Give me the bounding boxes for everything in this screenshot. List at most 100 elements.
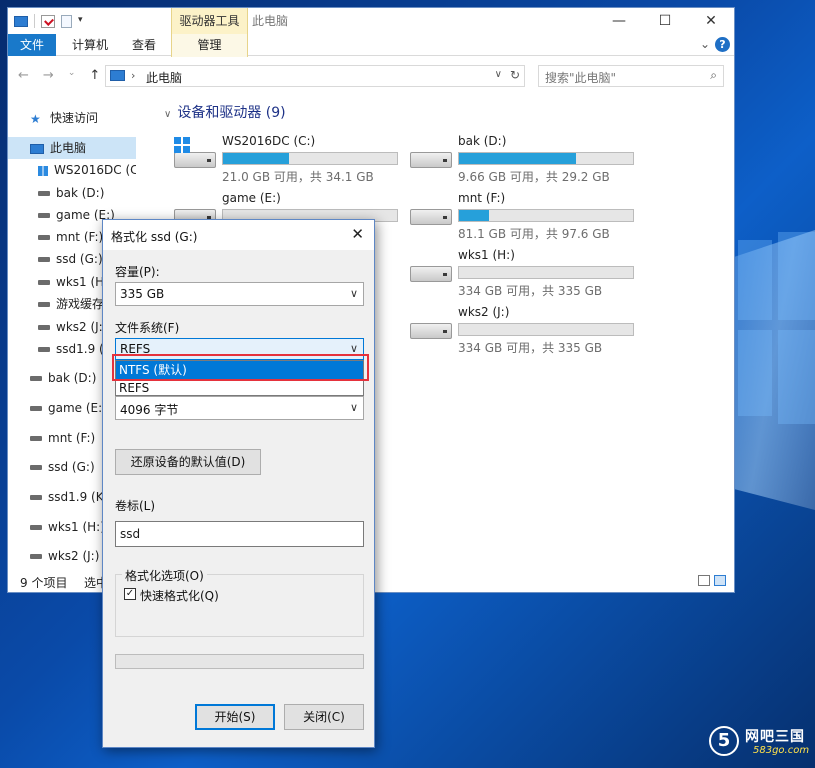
navigation-buttons: ← → ⌄ ↑ (18, 68, 100, 83)
quick-format-label[interactable]: 快速格式化(Q) (140, 587, 219, 604)
chevron-down-icon: ∨ (349, 287, 358, 300)
tiles-view-icon[interactable] (714, 575, 726, 586)
drive-icon (30, 436, 42, 441)
drive-name: game (E:) (222, 191, 281, 205)
drive-icon (30, 554, 42, 559)
dialog-title-bar: 格式化 ssd (G:) ✕ (103, 220, 374, 250)
drive-icon (30, 465, 42, 470)
sidebar-item-drive[interactable]: WS2016DC (C:) (8, 159, 136, 181)
toolbar-separator (34, 14, 35, 28)
maximize-button[interactable]: ☐ (642, 8, 688, 34)
format-progress-bar (115, 654, 364, 669)
address-bar[interactable]: › 此电脑 ∨ ↻ (105, 65, 525, 87)
windows-drive-icon (38, 165, 48, 176)
minimize-button[interactable]: — (596, 8, 642, 34)
desktop-window-logo-pane (738, 330, 772, 416)
tab-manage[interactable]: 管理 (171, 34, 248, 57)
computer-icon (30, 143, 44, 154)
chevron-down-icon[interactable]: ⌄ (700, 37, 710, 51)
sidebar-item-this-pc[interactable]: 此电脑 (8, 137, 136, 159)
window-title: 此电脑 (252, 14, 289, 28)
drive-usage-bar (222, 152, 398, 165)
drive-name: wks2 (J:) (458, 305, 510, 319)
group-title: 设备和驱动器 (9) (177, 105, 286, 121)
group-header[interactable]: ∨ 设备和驱动器 (9) (164, 102, 286, 122)
drive-icon (38, 213, 50, 218)
drive-icon (30, 525, 42, 530)
start-button[interactable]: 开始(S) (195, 704, 275, 730)
filesystem-option-refs[interactable]: REFS (116, 379, 363, 397)
sidebar-item-label: mnt (F:) (56, 230, 104, 244)
drive-icon (38, 191, 50, 196)
filesystem-label: 文件系统(F) (115, 321, 180, 335)
volume-label-input[interactable]: ssd (115, 521, 364, 547)
customize-toolbar-icon[interactable]: ▾ (78, 15, 86, 28)
back-arrow-icon[interactable]: ← (18, 68, 29, 83)
recent-chevron-icon[interactable]: ⌄ (68, 68, 76, 83)
sidebar-item-label: ssd (G:) (56, 252, 103, 266)
refresh-icon[interactable]: ↻ (510, 68, 520, 82)
search-placeholder: 搜索"此电脑" (545, 71, 617, 85)
drive-icon (410, 266, 452, 282)
sidebar-item-label: wks1 (H: (56, 275, 109, 289)
desktop-window-logo-pane (778, 232, 815, 320)
allocation-unit-select[interactable]: 4096 字节 ∨ (115, 396, 364, 420)
drive-usage-fill (223, 153, 290, 164)
new-folder-icon[interactable] (61, 14, 72, 28)
sidebar-item-label: game (E:) (48, 401, 107, 415)
capacity-select[interactable]: 335 GB ∨ (115, 282, 364, 306)
highlight-annotation-box (112, 354, 369, 381)
tab-file[interactable]: 文件 (8, 34, 56, 56)
restore-defaults-button[interactable]: 还原设备的默认值(D) (115, 449, 261, 475)
desktop-window-logo-pane (778, 330, 815, 424)
drive-icon (38, 347, 50, 352)
drive-tile[interactable]: bak (D:) 9.66 GB 可用，共 29.2 GB (394, 134, 634, 184)
search-icon[interactable]: ⌕ (710, 68, 717, 83)
collapse-chevron-icon[interactable]: ∨ (164, 109, 171, 120)
watermark-url: 583go.com (753, 745, 810, 756)
quick-access-toolbar: ▾ (14, 14, 86, 28)
address-dropdown-icon[interactable]: ∨ (495, 69, 502, 80)
breadcrumb-separator-icon[interactable]: › (131, 69, 135, 82)
sidebar-item-quick-access[interactable]: ★ 快速访问 (8, 107, 136, 129)
sidebar-item-label: 游戏缓存 (56, 297, 105, 311)
up-arrow-icon[interactable]: ↑ (89, 68, 100, 83)
drive-usage-bar (458, 266, 634, 279)
drive-usage-bar (458, 323, 634, 336)
sidebar-item-label: 此电脑 (50, 141, 87, 155)
computer-icon[interactable] (14, 15, 28, 27)
drive-info: 9.66 GB 可用，共 29.2 GB (458, 170, 610, 184)
volume-label-value: ssd (120, 527, 141, 541)
search-input[interactable]: 搜索"此电脑" ⌕ (538, 65, 724, 87)
close-icon[interactable]: ✕ (351, 225, 364, 243)
sidebar-item-label: WS2016DC (C:) (54, 163, 136, 177)
properties-icon[interactable] (41, 14, 55, 28)
drive-usage-bar (458, 209, 634, 222)
drive-icon (410, 152, 452, 168)
drive-tile[interactable]: WS2016DC (C:) 21.0 GB 可用，共 34.1 GB (158, 134, 398, 184)
sidebar-item-label: ssd (G:) (48, 460, 95, 474)
sidebar-item-drive[interactable]: bak (D:) (8, 182, 136, 204)
sidebar-item-label: wks1 (H:) (48, 520, 105, 534)
forward-arrow-icon[interactable]: → (43, 68, 54, 83)
dialog-title: 格式化 ssd (G:) (111, 230, 198, 244)
ribbon-tabs: 文件 计算机 查看 管理 ⌄ ? (8, 34, 734, 57)
drive-info: 334 GB 可用，共 335 GB (458, 341, 603, 355)
tab-view[interactable]: 查看 (132, 34, 156, 56)
drive-icon (38, 235, 50, 240)
close-button[interactable]: ✕ (688, 8, 734, 34)
drive-tools-context-tab: 驱动器工具 (171, 8, 248, 34)
breadcrumb[interactable]: 此电脑 (146, 69, 182, 86)
drive-tile[interactable]: mnt (F:) 81.1 GB 可用，共 97.6 GB (394, 191, 634, 241)
format-dialog: 格式化 ssd (G:) ✕ 容量(P): 335 GB ∨ 文件系统(F) R… (102, 219, 375, 748)
details-view-icon[interactable] (698, 575, 710, 586)
star-icon: ★ (30, 111, 41, 126)
tab-computer[interactable]: 计算机 (72, 34, 108, 56)
drive-tile[interactable]: wks1 (H:) 334 GB 可用，共 335 GB (394, 248, 634, 298)
drive-icon (38, 302, 50, 307)
help-icon[interactable]: ? (715, 37, 730, 52)
drive-tile[interactable]: wks2 (J:) 334 GB 可用，共 335 GB (394, 305, 634, 355)
drive-icon (30, 495, 42, 500)
close-button[interactable]: 关闭(C) (284, 704, 364, 730)
quick-format-checkbox[interactable]: ✓ (124, 588, 136, 600)
